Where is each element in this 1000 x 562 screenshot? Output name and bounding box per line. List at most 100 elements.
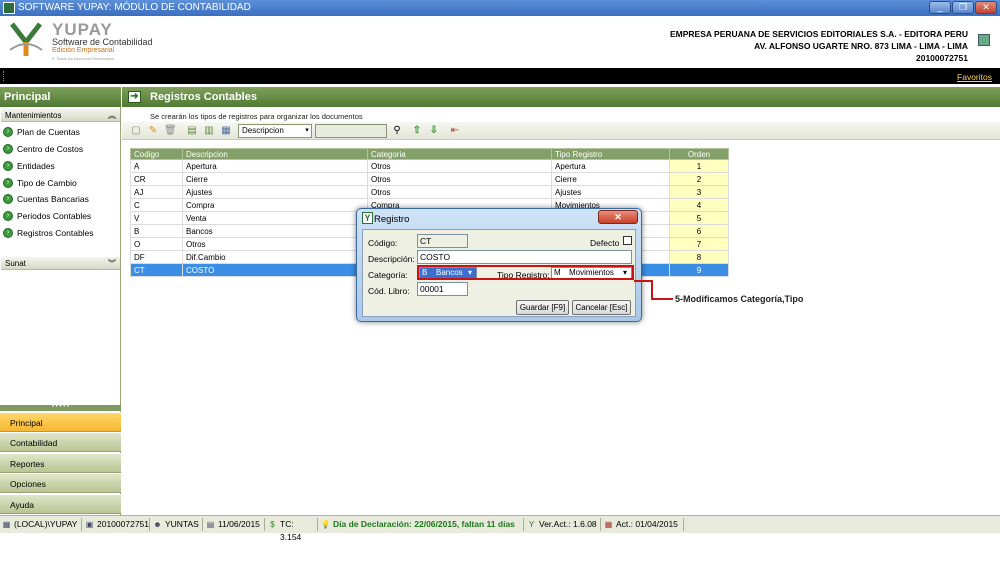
table-row[interactable]: AJ Ajustes Otros Ajustes 3 xyxy=(130,185,729,199)
print-icon[interactable]: ▦ xyxy=(220,125,232,137)
cell-descripcion[interactable]: Compra xyxy=(182,198,368,212)
table-row[interactable]: A Apertura Otros Apertura 1 xyxy=(130,159,729,173)
company-icon: ▣ xyxy=(85,520,94,529)
nav-contabilidad[interactable]: Contabilidad xyxy=(0,432,121,452)
sidebar-item-label: Plan de Cuentas xyxy=(17,127,80,137)
cell-orden[interactable]: 2 xyxy=(669,172,729,186)
col-categoria[interactable]: Categoria xyxy=(367,148,552,160)
cell-codigo[interactable]: CR xyxy=(130,172,183,186)
col-codigo[interactable]: Codigo xyxy=(130,148,183,160)
nav-opciones[interactable]: Opciones xyxy=(0,473,121,493)
binoculars-icon[interactable]: ⚲ xyxy=(391,125,403,137)
sidebar-splitter[interactable]: • • • • • xyxy=(0,404,121,411)
cell-categoria[interactable]: Otros xyxy=(367,185,552,199)
network-icon[interactable] xyxy=(978,34,990,46)
cell-orden[interactable]: 3 xyxy=(669,185,729,199)
table-row[interactable]: CR Cierre Otros Cierre 2 xyxy=(130,172,729,186)
cod-libro-field[interactable]: 00001 xyxy=(417,282,468,296)
col-tipo-registro[interactable]: Tipo Registro xyxy=(551,148,670,160)
cell-codigo[interactable]: CT xyxy=(130,263,183,277)
cell-descripcion[interactable]: Cierre xyxy=(182,172,368,186)
codigo-field[interactable]: CT xyxy=(417,234,468,248)
expand-chevron-icon[interactable]: ︾ xyxy=(108,257,116,270)
save-button[interactable]: Guardar [F9] xyxy=(516,300,569,315)
filter-field-select[interactable]: Descripcion xyxy=(238,124,312,138)
cell-tipo-registro[interactable]: Ajustes xyxy=(551,185,670,199)
nav-ayuda[interactable]: Ayuda xyxy=(0,494,121,514)
page-title: Registros Contables xyxy=(122,87,1000,107)
dropdown-arrow-icon[interactable]: ▾ xyxy=(302,124,312,138)
cell-codigo[interactable]: V xyxy=(130,211,183,225)
descripcion-field[interactable]: COSTO xyxy=(417,250,632,264)
sidebar-item-registros-contables[interactable]: › Registros Contables xyxy=(3,225,94,241)
cell-codigo[interactable]: O xyxy=(130,237,183,251)
sidebar-item-centro-de-costos[interactable]: › Centro de Costos xyxy=(3,141,83,157)
cell-orden[interactable]: 5 xyxy=(669,211,729,225)
minimize-button[interactable]: _ xyxy=(929,1,951,14)
cell-codigo[interactable]: AJ xyxy=(130,185,183,199)
cell-tipo-registro[interactable]: Apertura xyxy=(551,159,670,173)
cell-descripcion[interactable]: Dif.Cambio xyxy=(182,250,368,264)
export-icon[interactable]: ▤ xyxy=(186,125,198,137)
cell-descripcion[interactable]: Venta xyxy=(182,211,368,225)
calendar-icon: ▤ xyxy=(206,520,215,529)
sidebar-item-label: Periodos Contables xyxy=(17,211,92,221)
cancel-button[interactable]: Cancelar [Esc] xyxy=(572,300,631,315)
new-document-icon[interactable]: ▢ xyxy=(130,125,142,137)
cell-descripcion[interactable]: Apertura xyxy=(182,159,368,173)
cell-orden[interactable]: 9 xyxy=(669,263,729,277)
arrow-down-icon[interactable]: ⇩ xyxy=(428,125,440,137)
cell-codigo[interactable]: A xyxy=(130,159,183,173)
group-sunat[interactable]: Sunat ︾ xyxy=(1,257,120,270)
search-input[interactable] xyxy=(315,124,387,138)
cell-categoria[interactable]: Otros xyxy=(367,159,552,173)
delete-trash-icon[interactable]: 🗑 xyxy=(164,125,177,137)
highlight-box xyxy=(417,265,634,280)
sidebar-item-plan-de-cuentas[interactable]: › Plan de Cuentas xyxy=(3,124,80,140)
favorites-link[interactable]: Favoritos xyxy=(957,72,992,82)
import-icon[interactable]: ▥ xyxy=(203,125,215,137)
sidebar-item-label: Entidades xyxy=(17,161,55,171)
status-server-text: (LOCAL)\YUPAY xyxy=(14,519,78,529)
categoria-label: Categoría: xyxy=(368,270,408,280)
arrow-up-icon[interactable]: ⇧ xyxy=(411,125,423,137)
collapse-chevron-icon[interactable]: ︽ xyxy=(108,109,116,122)
cell-orden[interactable]: 1 xyxy=(669,159,729,173)
calendar-red-icon: ▦ xyxy=(604,520,613,529)
close-window-button[interactable]: ✕ xyxy=(975,1,997,14)
defecto-checkbox[interactable] xyxy=(623,236,632,245)
cell-descripcion[interactable]: Ajustes xyxy=(182,185,368,199)
sidebar-item-cuentas-bancarias[interactable]: › Cuentas Bancarias xyxy=(3,191,89,207)
toolbar-grip-icon[interactable] xyxy=(3,71,5,81)
cell-orden[interactable]: 6 xyxy=(669,224,729,238)
window-title: SOFTWARE YUPAY: MÓDULO DE CONTABILIDAD xyxy=(18,2,251,13)
col-orden[interactable]: Orden xyxy=(669,148,729,160)
cell-orden[interactable]: 8 xyxy=(669,250,729,264)
cell-categoria[interactable]: Otros xyxy=(367,172,552,186)
sidebar-item-tipo-de-cambio[interactable]: › Tipo de Cambio xyxy=(3,175,77,191)
exit-icon[interactable]: ⇤ xyxy=(449,125,461,137)
cell-codigo[interactable]: C xyxy=(130,198,183,212)
cell-descripcion[interactable]: Bancos xyxy=(182,224,368,238)
group-mantenimientos[interactable]: Mantenimientos ︽ xyxy=(1,109,120,122)
nav-principal[interactable]: Principal xyxy=(0,412,121,432)
annotation-line xyxy=(651,298,673,300)
sidebar-item-periodos-contables[interactable]: › Periodos Contables xyxy=(3,208,91,224)
cell-descripcion[interactable]: COSTO xyxy=(182,263,368,277)
maximize-button[interactable]: ❐ xyxy=(952,1,974,14)
cell-orden[interactable]: 7 xyxy=(669,237,729,251)
dialog-close-button[interactable]: ✕ xyxy=(598,210,638,224)
status-ruc-text: 20100072751 xyxy=(97,519,150,529)
edit-pencil-icon[interactable]: ✎ xyxy=(147,125,159,137)
col-descripcion[interactable]: Descripcion xyxy=(182,148,368,160)
cell-codigo[interactable]: B xyxy=(130,224,183,238)
cell-codigo[interactable]: DF xyxy=(130,250,183,264)
descripcion-label: Descripción: xyxy=(368,254,415,264)
cell-tipo-registro[interactable]: Cierre xyxy=(551,172,670,186)
cell-descripcion[interactable]: Otros xyxy=(182,237,368,251)
cell-orden[interactable]: 4 xyxy=(669,198,729,212)
sidebar-item-entidades[interactable]: › Entidades xyxy=(3,158,55,174)
arrow-icon: › xyxy=(3,161,13,171)
nav-reportes[interactable]: Reportes xyxy=(0,453,121,473)
company-info: EMPRESA PERUANA DE SERVICIOS EDITORIALES… xyxy=(670,28,968,64)
